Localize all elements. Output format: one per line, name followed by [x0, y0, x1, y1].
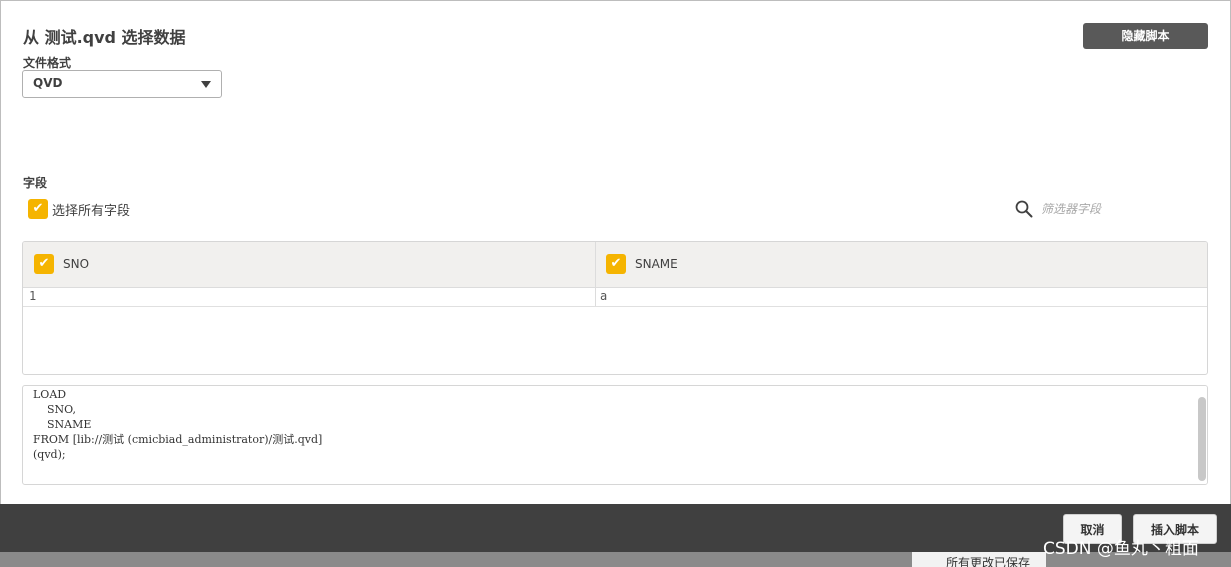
check-icon: ✔: [610, 256, 622, 271]
table-row: 1 a: [23, 287, 1207, 307]
script-scrollbar[interactable]: [1197, 386, 1207, 484]
save-status-text: 所有更改已保存: [946, 556, 1031, 567]
script-line: SNAME: [33, 418, 92, 431]
table-header: ✔ SNO ✔ SNAME: [23, 242, 1207, 288]
background-status-panel: 所有更改已保存: [912, 552, 1046, 567]
select-data-dialog: 从 测试.qvd 选择数据 隐藏脚本 文件格式 QVD 字段 ✔ 选择所有字段 …: [0, 0, 1231, 505]
column-sno-label: SNO: [63, 257, 90, 271]
file-format-value: QVD: [33, 76, 63, 90]
column-sname-label: SNAME: [635, 257, 678, 271]
select-all-label: 选择所有字段: [52, 204, 131, 219]
hide-script-button[interactable]: 隐藏脚本: [1083, 23, 1208, 49]
column-header-sname[interactable]: ✔ SNAME: [596, 242, 1207, 287]
table-cell: 1: [29, 289, 37, 303]
watermark: CSDN @鱼丸丶粗面: [1043, 539, 1199, 559]
search-icon[interactable]: [1015, 200, 1033, 218]
script-line: SNO,: [33, 403, 77, 416]
script-line: FROM [lib://测试 (cmicbiad_administrator)/…: [33, 433, 323, 446]
check-icon: ✔: [32, 201, 44, 216]
file-format-label: 文件格式: [23, 56, 72, 70]
fields-label: 字段: [23, 176, 48, 190]
table-cell: a: [600, 289, 608, 303]
script-scrollbar-thumb[interactable]: [1198, 397, 1206, 481]
select-all-checkbox[interactable]: ✔: [28, 199, 48, 219]
script-line: LOAD: [33, 388, 67, 401]
dialog-title: 从 测试.qvd 选择数据: [23, 28, 186, 47]
filter-fields-input[interactable]: [1037, 199, 1205, 219]
chevron-down-icon: [201, 81, 211, 88]
column-header-sno[interactable]: ✔ SNO: [23, 242, 595, 287]
script-editor[interactable]: LOAD SNO, SNAME FROM [lib://测试 (cmicbiad…: [22, 385, 1208, 485]
file-format-select[interactable]: QVD: [22, 70, 222, 98]
column-sno-checkbox[interactable]: ✔: [34, 254, 54, 274]
script-line: (qvd);: [33, 448, 66, 461]
data-preview-table: ✔ SNO ✔ SNAME 1 a: [22, 241, 1208, 375]
column-sname-checkbox[interactable]: ✔: [606, 254, 626, 274]
check-icon: ✔: [38, 256, 50, 271]
